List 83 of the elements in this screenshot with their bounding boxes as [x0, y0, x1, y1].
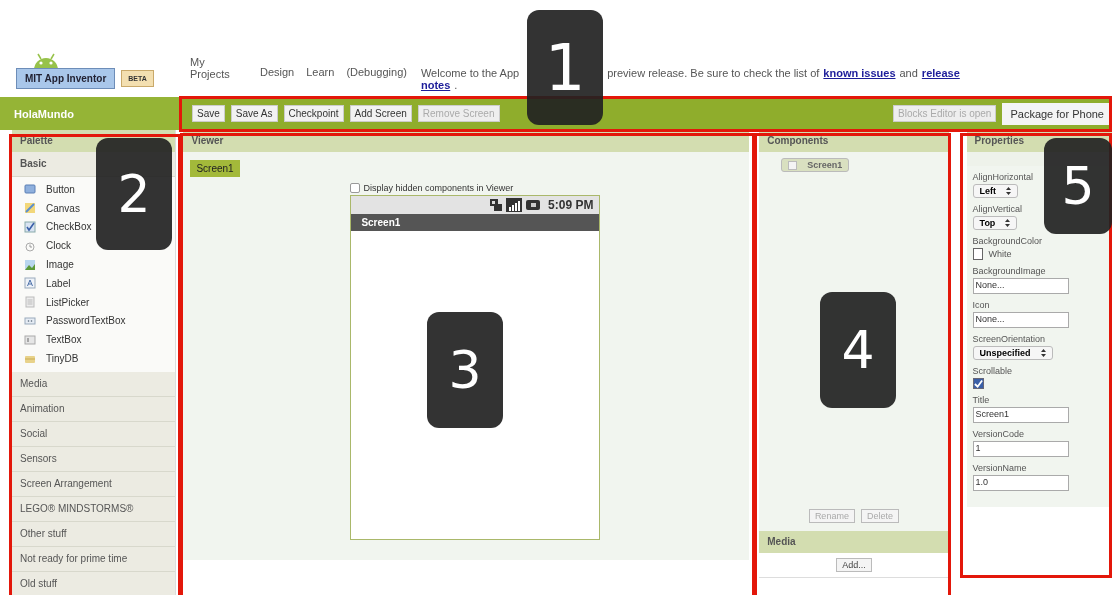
input-field[interactable]: 1 [972, 441, 1069, 457]
palette-category[interactable]: Sensors [20, 452, 57, 464]
palette-item[interactable]: Label [46, 277, 71, 289]
property-label: Scrollable [972, 366, 1013, 376]
updown-arrow-icon [1006, 187, 1012, 195]
password-icon [24, 314, 36, 327]
checkbox[interactable] [350, 183, 361, 193]
toolbar-button[interactable]: Package for Phone [1002, 102, 1112, 125]
nav-link[interactable]: My Projects [190, 56, 234, 80]
toolbar-button[interactable]: Checkpoint [283, 105, 344, 122]
checkbox-label: Display hidden components in Viewer [363, 183, 514, 193]
link[interactable]: release [921, 67, 960, 79]
property-label: ScreenOrientation [972, 334, 1046, 344]
palette-item[interactable]: PasswordTextBox [46, 315, 126, 327]
list-icon [24, 296, 36, 309]
toolbar-button[interactable]: Add Screen [349, 105, 412, 122]
toolbar-button[interactable]: Save As [230, 105, 278, 122]
palette-category[interactable]: Old stuff [20, 577, 58, 589]
property-label: Icon [972, 300, 990, 310]
number-badge: 2 [96, 138, 172, 250]
welcome-text: preview release. Be sure to check the list of [607, 67, 820, 79]
property-label: AlignHorizontal [972, 172, 1034, 182]
nav-link[interactable]: (Debugging) [346, 66, 407, 78]
number-badge: 3 [427, 312, 503, 428]
palette-category[interactable]: Basic [20, 158, 47, 169]
updown-arrow-icon [1005, 219, 1011, 227]
label-icon [24, 277, 36, 290]
image-icon [24, 258, 36, 271]
battery-icon [525, 199, 542, 211]
link[interactable]: notes [420, 79, 451, 91]
palette-category[interactable]: Other stuff [20, 527, 67, 539]
input-field[interactable]: 1.0 [972, 475, 1069, 491]
dropdown[interactable]: Left [972, 184, 1019, 198]
project-name: HolaMundo [0, 97, 180, 130]
nav-link[interactable]: Learn [306, 66, 335, 78]
number-badge: 1 [527, 10, 603, 125]
panel-header: Media [759, 531, 949, 553]
tree-item[interactable]: Screen1 [781, 158, 850, 172]
palette-item[interactable]: Image [46, 259, 74, 271]
dropdown[interactable]: Unspecified [972, 346, 1053, 360]
property-label: AlignVertical [972, 204, 1023, 214]
color-swatch[interactable] [972, 248, 983, 260]
palette-item[interactable]: Button [46, 183, 75, 195]
dropdown[interactable]: Top [972, 216, 1018, 230]
clock-time: 5:09 PM [548, 198, 594, 212]
signal-icon [506, 198, 523, 212]
app-title: MIT App Inventor [16, 68, 116, 89]
textbox-icon [24, 333, 36, 346]
clock-icon [24, 239, 36, 252]
property-label: VersionCode [972, 429, 1025, 439]
link[interactable]: known issues [823, 67, 896, 79]
palette-category[interactable]: Animation [20, 402, 65, 414]
input-field[interactable]: None... [972, 278, 1069, 294]
palette-item[interactable]: ListPicker [46, 296, 90, 308]
toolbar-button[interactable]: Save [192, 105, 225, 122]
palette-item[interactable]: TextBox [46, 334, 82, 346]
button-icon [24, 183, 36, 196]
property-label: Title [972, 395, 990, 405]
add-button[interactable]: Add... [836, 558, 872, 572]
palette-category[interactable]: Media [20, 377, 48, 389]
welcome-text: Welcome to the App [420, 67, 520, 79]
palette-item[interactable]: TinyDB [46, 353, 79, 365]
screen-selector[interactable]: Screen1 [190, 160, 240, 177]
property-label: VersionName [972, 463, 1027, 473]
screen-title: Screen1 [351, 214, 600, 231]
canvas-icon [24, 202, 36, 215]
welcome-text: and [899, 67, 918, 79]
palette-category[interactable]: Social [20, 427, 48, 439]
palette-item[interactable]: Clock [46, 240, 71, 252]
number-badge: 4 [820, 292, 896, 408]
input-field[interactable]: Screen1 [972, 407, 1069, 423]
palette-item[interactable]: Canvas [46, 202, 80, 214]
checkbox[interactable] [972, 378, 984, 389]
input-field[interactable]: None... [972, 312, 1069, 328]
color-name: White [988, 249, 1012, 259]
property-label: BackgroundImage [972, 266, 1046, 276]
palette-item[interactable]: CheckBox [46, 221, 92, 233]
number-badge: 5 [1044, 138, 1112, 234]
checkbox-icon [24, 221, 36, 233]
updown-arrow-icon [1040, 349, 1046, 357]
nav-link[interactable]: Design [260, 66, 295, 78]
property-label: BackgroundColor [972, 236, 1043, 246]
welcome-text: . [454, 79, 458, 91]
